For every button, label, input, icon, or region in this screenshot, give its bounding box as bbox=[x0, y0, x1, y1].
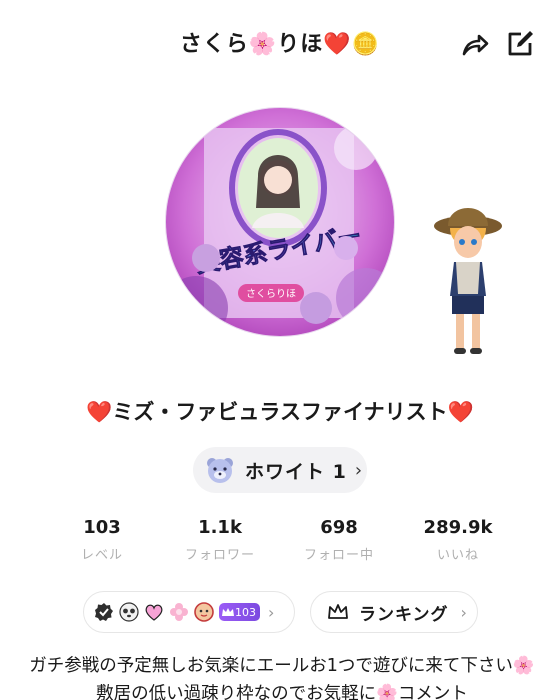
chevron-right-icon: › bbox=[460, 602, 467, 622]
verified-badge-icon bbox=[95, 603, 113, 621]
avatar-name-tag: さくらりほ bbox=[246, 288, 296, 300]
level-badge: 103 bbox=[219, 603, 260, 621]
avatar-figure[interactable] bbox=[432, 196, 504, 366]
panda-badge-icon bbox=[119, 602, 139, 622]
stat-value: 698 bbox=[320, 517, 358, 538]
stat-label: フォロー中 bbox=[303, 548, 374, 563]
top-header: さくら🌸りほ❤️🪙 bbox=[0, 0, 560, 90]
stat-value: 1.1k bbox=[198, 517, 242, 538]
heart-badge-icon bbox=[145, 604, 163, 621]
rank-label: ホワイト 1 bbox=[245, 460, 347, 483]
ranking-label: ランキング bbox=[359, 604, 449, 625]
flower-badge-icon bbox=[170, 603, 188, 621]
profile-description: ガチ参戦の予定無しお気楽にエールお1つで遊びに来て下さい🌸敷居の低い過疎り枠なの… bbox=[29, 656, 535, 700]
chevron-right-icon: › bbox=[268, 602, 275, 622]
stat-followers[interactable]: 1.1k フォロワー bbox=[165, 517, 275, 563]
character-badge-icon bbox=[194, 602, 214, 622]
stat-label: フォロワー bbox=[184, 548, 255, 563]
chevron-right-icon: › bbox=[354, 459, 363, 481]
badges-pill[interactable]: 103 › bbox=[83, 591, 295, 633]
stat-value: 289.9k bbox=[423, 517, 493, 538]
stat-level[interactable]: 103 レベル bbox=[47, 517, 157, 563]
edit-icon bbox=[508, 31, 533, 56]
crown-icon bbox=[222, 608, 234, 616]
stats-row: 103 レベル 1.1k フォロワー 698 フォロー中 289.9k いいね bbox=[0, 517, 560, 567]
edit-profile-button[interactable] bbox=[504, 28, 536, 60]
level-badge-value: 103 bbox=[235, 605, 256, 619]
share-button[interactable] bbox=[460, 30, 490, 60]
profile-avatar[interactable]: 美容系ライバー さくらりほ bbox=[166, 108, 394, 336]
ranking-button[interactable]: ランキング › bbox=[310, 591, 478, 633]
avatar-image: 美容系ライバー さくらりほ bbox=[166, 108, 394, 336]
stat-label: レベル bbox=[80, 548, 123, 563]
bear-icon bbox=[207, 458, 233, 483]
stat-following[interactable]: 698 フォロー中 bbox=[284, 517, 394, 563]
crown-icon bbox=[328, 604, 348, 619]
stat-likes[interactable]: 289.9k いいね bbox=[403, 517, 513, 563]
stat-value: 103 bbox=[83, 517, 121, 538]
bio-title: ❤️ミズ・ファビュラスファイナリスト❤️ bbox=[86, 400, 474, 424]
share-icon bbox=[462, 34, 489, 56]
stat-label: いいね bbox=[436, 548, 479, 563]
character-icon bbox=[434, 208, 502, 354]
fan-rank-pill[interactable]: ホワイト 1 › bbox=[193, 447, 367, 493]
